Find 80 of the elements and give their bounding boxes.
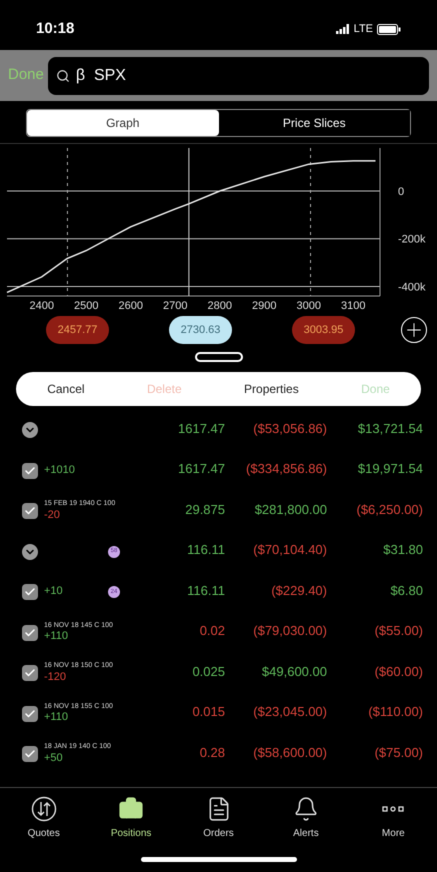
checkbox[interactable]	[22, 584, 38, 600]
tab-bar-item[interactable]: Orders	[174, 796, 262, 841]
drag-handle[interactable]	[194, 352, 242, 362]
x-axis-label: 2900	[252, 300, 277, 312]
value-cell-text: $13,721.54	[356, 420, 423, 438]
bell-icon	[292, 796, 319, 822]
value-cell-text: $31.80	[382, 541, 423, 559]
value-cell-text: 116.11	[186, 541, 225, 559]
value-cell-text: $49,600.00	[260, 662, 327, 680]
more-icon	[382, 806, 404, 812]
value-cell-text: ($58,600.00)	[252, 744, 327, 762]
x-axis-label: 2600	[118, 300, 143, 312]
value-cell-text: $281,800.00	[254, 500, 327, 518]
status-time: 10:18	[36, 18, 74, 39]
expand-button[interactable]	[22, 422, 38, 438]
price-marker[interactable]: 3003.95	[292, 316, 356, 344]
value-cell-text: ($110.00)	[367, 703, 423, 721]
quantity: +110	[44, 630, 69, 644]
tab-bar-item[interactable]: More	[350, 796, 437, 841]
value-cell-text: ($229.40)	[270, 582, 327, 600]
search-value: β SPX	[76, 66, 126, 86]
checkmark-icon	[24, 626, 36, 639]
tab-bar-item[interactable]: Positions	[87, 796, 175, 841]
battery-icon	[377, 24, 401, 34]
checkmark-icon	[24, 464, 36, 477]
value-cell-text: 1617.47	[177, 420, 225, 438]
value-cell-text: ($53,056.86)	[252, 420, 327, 438]
price-marker[interactable]: 2730.63	[168, 316, 232, 344]
x-axis-label: 2700	[163, 300, 188, 312]
checkbox[interactable]	[22, 503, 38, 520]
value-cell-text: ($79,030.00)	[252, 622, 327, 640]
value-cell-text: ($6,250.00)	[356, 500, 423, 519]
tab-bar-item[interactable]: Alerts	[262, 796, 350, 841]
quantity: +10	[44, 585, 63, 600]
search-field[interactable]: β SPX	[48, 56, 429, 94]
value-cell-text: 29.875	[184, 500, 225, 518]
checkmark-icon	[24, 708, 36, 720]
action-button[interactable]: Properties	[244, 380, 299, 398]
value-cell-text: 0.02	[198, 622, 225, 640]
value-cell-text: ($334,856.86)	[245, 460, 327, 478]
value-cell-text: 0.28	[198, 744, 225, 762]
y-axis-label: 0	[398, 186, 404, 198]
y-axis-label: -200k	[398, 234, 426, 246]
checkbox[interactable]	[22, 706, 38, 722]
value-cell-text: ($55.00)	[374, 622, 423, 640]
quantity: -120	[44, 670, 68, 684]
checkbox[interactable]	[22, 746, 38, 762]
value-cell-text: ($70,104.40)	[252, 541, 327, 559]
add-button[interactable]	[401, 317, 427, 343]
x-axis-label: 3100	[341, 300, 366, 312]
price-marker[interactable]: 2457.77	[46, 316, 110, 344]
value-cell-text: 1617.47	[177, 460, 225, 478]
x-axis-label: 3000	[296, 300, 322, 312]
quantity: -20	[44, 508, 61, 522]
checkbox[interactable]	[22, 665, 38, 682]
y-axis-label: -400k	[398, 281, 426, 294]
network-label: LTE	[354, 22, 373, 37]
quantity: +1010	[44, 464, 75, 478]
signal-icon	[336, 24, 350, 34]
value-cell-text: ($60.00)	[374, 662, 423, 681]
value-cell-text: $6.80	[389, 582, 423, 600]
checkbox[interactable]	[22, 462, 38, 479]
value-cell-text: 116.11	[186, 582, 225, 600]
x-axis-label: 2400	[29, 300, 54, 312]
value-cell-text: 0.025	[191, 662, 225, 680]
segment-tab[interactable]: Graph	[27, 110, 218, 136]
value-cell-text: ($75.00)	[374, 744, 423, 762]
quantity: +50	[44, 752, 64, 766]
x-axis-label: 2500	[74, 300, 98, 312]
quantity: +110	[44, 711, 69, 725]
up-down-arrows-icon	[30, 796, 57, 822]
search-icon	[56, 68, 70, 82]
value-cell-text: 0.015	[191, 703, 225, 721]
value-cell-text: $19,971.54	[356, 460, 423, 478]
value-cell-text: ($23,045.00)	[252, 703, 327, 721]
action-button[interactable]: Cancel	[47, 380, 85, 398]
expand-button[interactable]	[22, 544, 38, 560]
tab-bar-item[interactable]: Quotes	[0, 796, 88, 841]
x-axis-label: 2800	[208, 300, 232, 312]
checkbox[interactable]	[22, 624, 38, 641]
